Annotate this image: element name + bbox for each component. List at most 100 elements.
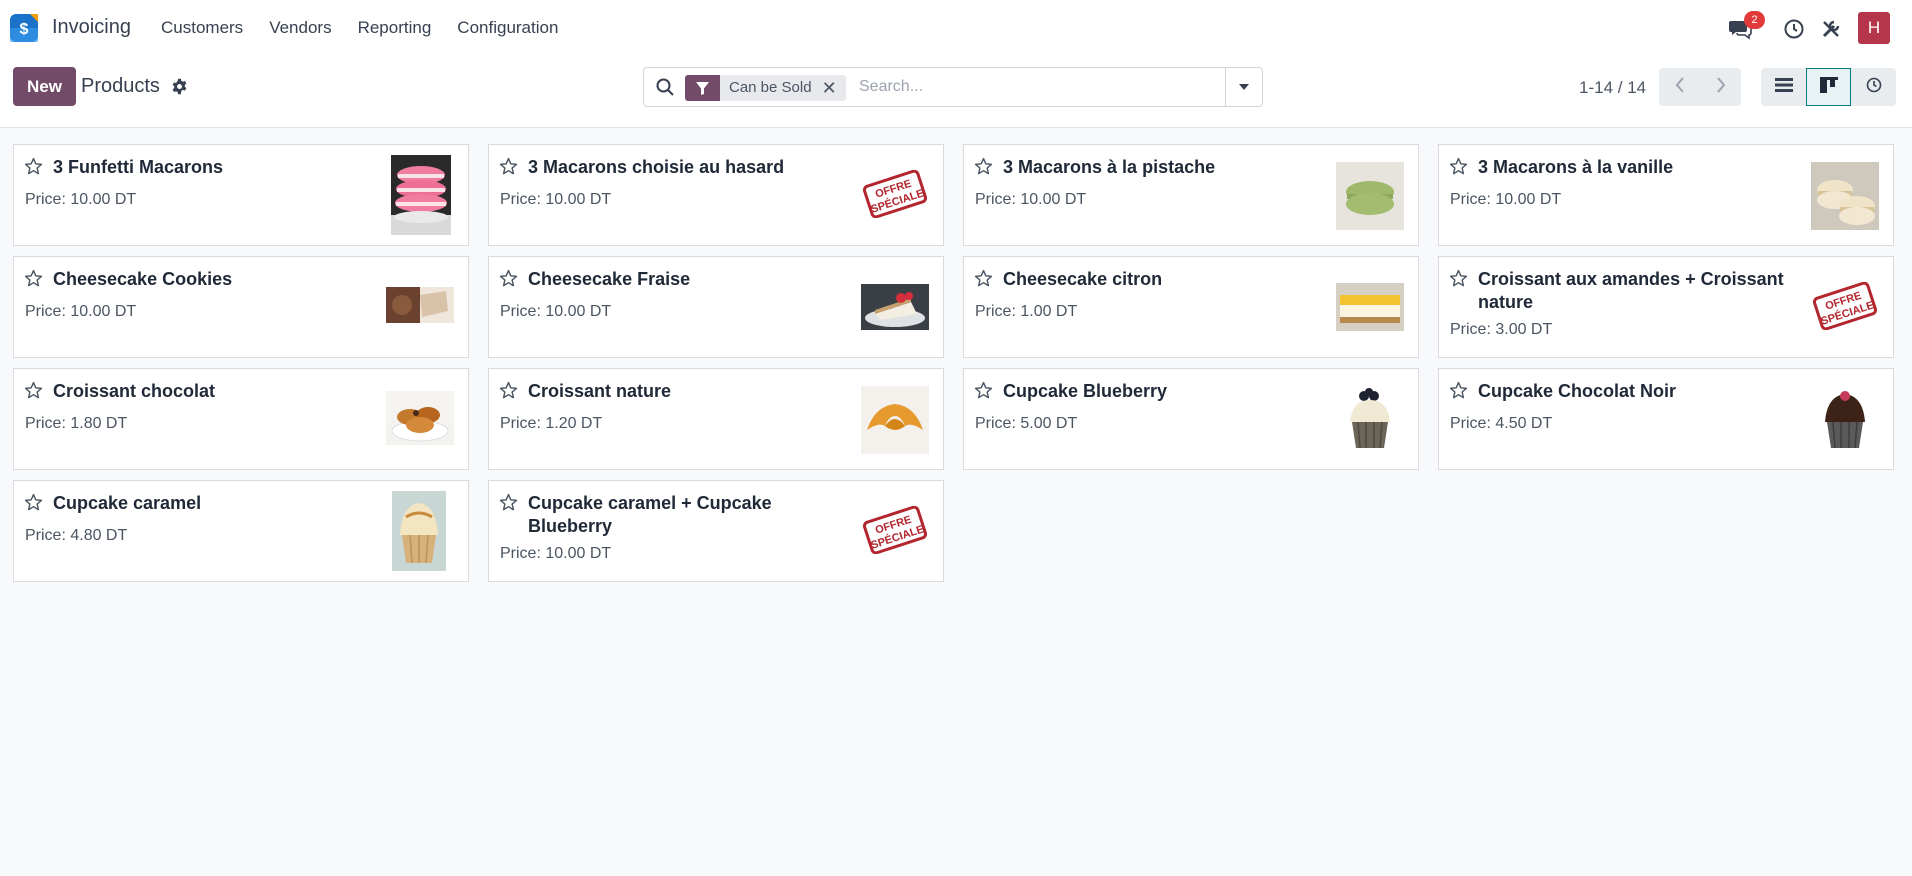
pager-next-button[interactable] xyxy=(1700,68,1741,106)
activity-view-button[interactable] xyxy=(1851,68,1896,106)
product-name: Cheesecake Cookies xyxy=(53,269,233,289)
product-name: Cupcake caramel xyxy=(53,493,202,513)
filter-icon xyxy=(685,75,720,101)
product-price: Price: 1.20 DT xyxy=(500,415,603,432)
product-card[interactable]: Croissant nature Price: 1.20 DT xyxy=(488,368,944,470)
product-card[interactable]: Cupcake caramel + Cupcake Blueberry Pric… xyxy=(488,480,944,582)
chocolate-croissants-image xyxy=(386,391,454,445)
filter-facet[interactable]: Can be Sold ✕ xyxy=(685,75,846,101)
notifications-badge: 2 xyxy=(1744,11,1765,29)
menu-item-configuration[interactable]: Configuration xyxy=(457,18,558,38)
user-avatar[interactable]: H xyxy=(1858,12,1890,44)
product-name: 3 Macarons choisie au hasard xyxy=(528,157,785,177)
croissant-image xyxy=(861,386,929,454)
cheesecake-cookies-image xyxy=(386,287,454,323)
star-icon[interactable] xyxy=(974,157,993,181)
star-icon[interactable] xyxy=(974,381,993,405)
product-price: Price: 10.00 DT xyxy=(25,191,137,208)
product-name: 3 Macarons à la pistache xyxy=(1003,157,1216,177)
menu-item-customers[interactable]: Customers xyxy=(161,18,243,38)
chevron-left-icon xyxy=(1675,76,1685,99)
star-icon[interactable] xyxy=(24,157,43,181)
list-view-button[interactable] xyxy=(1761,68,1806,106)
clock-icon xyxy=(1866,77,1882,98)
product-card[interactable]: 3 Macarons choisie au hasard Price: 10.0… xyxy=(488,144,944,246)
product-name: Cheesecake citron xyxy=(1003,269,1163,289)
star-icon[interactable] xyxy=(1449,381,1468,405)
star-icon[interactable] xyxy=(24,269,43,293)
star-icon[interactable] xyxy=(499,381,518,405)
product-card[interactable]: Cheesecake citron Price: 1.00 DT xyxy=(963,256,1419,358)
new-button[interactable]: New xyxy=(13,67,76,106)
star-icon[interactable] xyxy=(974,269,993,293)
chocolate-cupcake-image xyxy=(1811,386,1879,454)
search-options-toggle[interactable] xyxy=(1225,68,1262,106)
product-price: Price: 10.00 DT xyxy=(1450,191,1562,208)
product-name: Cupcake caramel + Cupcake Blueberry xyxy=(528,493,772,536)
pager-previous-button[interactable] xyxy=(1659,68,1700,106)
remove-facet-icon[interactable]: ✕ xyxy=(821,75,846,101)
svg-text:$: $ xyxy=(20,21,29,38)
product-price: Price: 10.00 DT xyxy=(500,191,612,208)
product-price: Price: 4.50 DT xyxy=(1450,415,1553,432)
product-price: Price: 10.00 DT xyxy=(500,545,612,562)
product-card[interactable]: Cheesecake Cookies Price: 10.00 DT xyxy=(13,256,469,358)
product-card[interactable]: Croissant aux amandes + Croissant nature… xyxy=(1438,256,1894,358)
pistachio-macaron-image xyxy=(1336,162,1404,230)
search-icon[interactable] xyxy=(656,78,674,101)
product-card[interactable]: Croissant chocolat Price: 1.80 DT xyxy=(13,368,469,470)
lemon-cheesecake-image xyxy=(1336,283,1404,331)
product-price: Price: 1.00 DT xyxy=(975,303,1078,320)
vanilla-macarons-image xyxy=(1811,162,1879,230)
product-card[interactable]: Cupcake Chocolat Noir Price: 4.50 DT xyxy=(1438,368,1894,470)
search-input[interactable] xyxy=(859,74,1219,100)
facet-label: Can be Sold xyxy=(720,75,822,101)
product-card[interactable]: 3 Macarons à la vanille Price: 10.00 DT xyxy=(1438,144,1894,246)
star-icon[interactable] xyxy=(499,157,518,181)
star-icon[interactable] xyxy=(24,493,43,517)
product-name: 3 Macarons à la vanille xyxy=(1478,157,1674,177)
product-name: Croissant chocolat xyxy=(53,381,216,401)
caramel-cupcake-image xyxy=(392,491,446,571)
product-card[interactable]: Cheesecake Fraise Price: 10.00 DT xyxy=(488,256,944,358)
star-icon[interactable] xyxy=(499,269,518,293)
product-price: Price: 3.00 DT xyxy=(1450,321,1553,338)
offre-speciale-stamp-image: OFFRE SPÉCIALE xyxy=(861,155,929,233)
clock-icon[interactable] xyxy=(1781,16,1807,42)
star-icon[interactable] xyxy=(1449,157,1468,181)
caret-down-icon xyxy=(1238,78,1250,96)
product-name: Croissant aux amandes + Croissant nature xyxy=(1478,269,1784,312)
page-title: Products xyxy=(81,75,160,97)
star-icon[interactable] xyxy=(24,381,43,405)
pager-value[interactable]: 1-14 / 14 xyxy=(1579,78,1646,98)
kanban-icon xyxy=(1819,76,1838,98)
top-navbar: $ Invoicing Customers Vendors Reporting … xyxy=(0,0,1912,57)
kanban-view-button[interactable] xyxy=(1806,68,1851,106)
search-bar: Can be Sold ✕ xyxy=(643,67,1263,107)
main-menu: Customers Vendors Reporting Configuratio… xyxy=(161,18,584,38)
menu-item-reporting[interactable]: Reporting xyxy=(358,18,432,38)
invoicing-app-icon[interactable]: $ xyxy=(10,14,38,42)
menu-item-vendors[interactable]: Vendors xyxy=(269,18,331,38)
product-name: Cheesecake Fraise xyxy=(528,269,691,289)
gear-icon[interactable] xyxy=(171,78,188,100)
product-price: Price: 10.00 DT xyxy=(25,303,137,320)
product-card[interactable]: Cupcake caramel Price: 4.80 DT xyxy=(13,480,469,582)
product-card[interactable]: Cupcake Blueberry Price: 5.00 DT xyxy=(963,368,1419,470)
pink-macarons-image xyxy=(391,155,451,235)
product-card[interactable]: 3 Macarons à la pistache Price: 10.00 DT xyxy=(963,144,1419,246)
star-icon[interactable] xyxy=(499,493,518,517)
product-price: Price: 1.80 DT xyxy=(25,415,128,432)
product-card[interactable]: 3 Funfetti Macarons Price: 10.00 DT xyxy=(13,144,469,246)
product-name: Cupcake Chocolat Noir xyxy=(1478,381,1677,401)
offre-speciale-stamp-image: OFFRE SPÉCIALE xyxy=(861,491,929,569)
star-icon[interactable] xyxy=(1449,269,1468,293)
product-price: Price: 5.00 DT xyxy=(975,415,1078,432)
offre-speciale-stamp-image: OFFRE SPÉCIALE xyxy=(1811,267,1879,345)
app-title[interactable]: Invoicing xyxy=(52,16,131,39)
blueberry-cupcake-image xyxy=(1336,386,1404,454)
product-name: Croissant nature xyxy=(528,381,672,401)
product-price: Price: 10.00 DT xyxy=(975,191,1087,208)
product-name: 3 Funfetti Macarons xyxy=(53,157,224,177)
tools-icon[interactable] xyxy=(1818,16,1844,42)
